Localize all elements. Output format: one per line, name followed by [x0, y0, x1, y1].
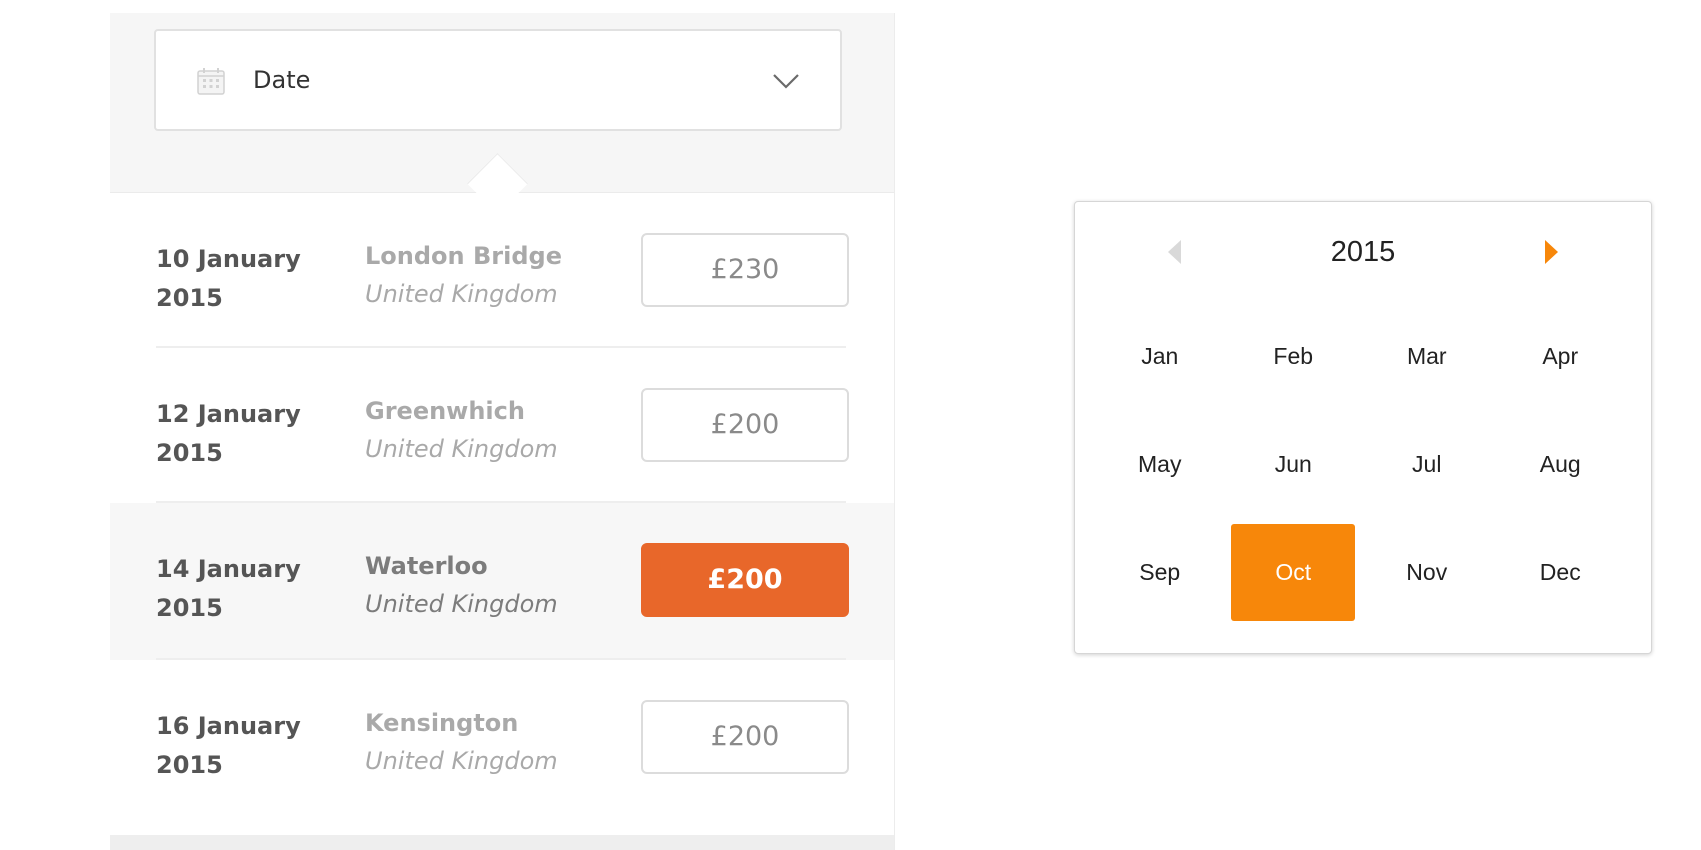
result-country: United Kingdom: [365, 435, 558, 463]
month-cell[interactable]: Jun: [1227, 410, 1361, 518]
month-cell[interactable]: Sep: [1093, 518, 1227, 626]
month-label: Mar: [1406, 342, 1447, 369]
month-cell[interactable]: Nov: [1360, 518, 1494, 626]
month-picker: 2015 Jan Feb Mar Apr May Jun Jul Aug Sep…: [1074, 201, 1652, 654]
result-country: United Kingdom: [365, 590, 558, 618]
price-button[interactable]: £200: [641, 388, 849, 462]
result-date: 10 January 2015: [156, 245, 301, 312]
month-label: Jul: [1412, 450, 1442, 477]
month-cell[interactable]: Jul: [1360, 410, 1494, 518]
month-cell[interactable]: Jan: [1093, 302, 1227, 410]
month-cell[interactable]: Feb: [1227, 302, 1361, 410]
result-station: London Bridge: [365, 242, 562, 270]
month-label: Sep: [1139, 558, 1181, 585]
month-cell[interactable]: Aug: [1494, 410, 1628, 518]
results-list: 10 January 2015 London Bridge United Kin…: [110, 193, 894, 818]
result-country: United Kingdom: [365, 280, 558, 308]
month-label: Jan: [1141, 342, 1179, 369]
result-date: 14 January 2015: [156, 555, 301, 622]
month-label: May: [1138, 450, 1182, 477]
result-location: Waterloo United Kingdom: [365, 547, 595, 623]
month-label: Dec: [1539, 558, 1581, 585]
result-row[interactable]: 12 January 2015 Greenwhich United Kingdo…: [110, 348, 894, 503]
result-station: Greenwhich: [365, 397, 525, 425]
result-row[interactable]: 10 January 2015 London Bridge United Kin…: [110, 193, 894, 348]
filter-area: Date: [110, 13, 894, 214]
month-cell-selected[interactable]: Oct: [1227, 518, 1361, 626]
result-station: Waterloo: [365, 552, 488, 580]
price-button[interactable]: £200: [641, 700, 849, 774]
calendar-icon: [197, 68, 225, 95]
month-label: Nov: [1406, 558, 1448, 585]
triangle-right-icon[interactable]: [1537, 237, 1565, 267]
month-cell[interactable]: Apr: [1494, 302, 1628, 410]
month-cell[interactable]: Mar: [1360, 302, 1494, 410]
result-row[interactable]: 16 January 2015 Kensington United Kingdo…: [110, 660, 894, 818]
month-label: Oct: [1231, 523, 1356, 621]
price-button[interactable]: £230: [641, 233, 849, 307]
result-date: 12 January 2015: [156, 400, 301, 467]
chevron-down-icon: [773, 74, 799, 89]
result-location: London Bridge United Kingdom: [365, 237, 595, 313]
result-date: 16 January 2015: [156, 712, 301, 779]
date-dropdown-label: Date: [253, 66, 311, 94]
month-cell[interactable]: May: [1093, 410, 1227, 518]
result-country: United Kingdom: [365, 747, 558, 775]
result-row-selected[interactable]: 14 January 2015 Waterloo United Kingdom …: [110, 503, 894, 660]
panel-footer: [110, 835, 894, 850]
results-panel: Date 10 January 2015 London Bridge Unite…: [110, 13, 895, 850]
month-label: Feb: [1273, 342, 1314, 369]
month-label: Jun: [1274, 450, 1312, 477]
month-label: Apr: [1542, 342, 1579, 369]
month-cell[interactable]: Dec: [1494, 518, 1628, 626]
date-dropdown[interactable]: Date: [154, 29, 842, 131]
month-grid: Jan Feb Mar Apr May Jun Jul Aug Sep Oct …: [1093, 302, 1627, 626]
result-location: Kensington United Kingdom: [365, 704, 595, 780]
price-button-selected[interactable]: £200: [641, 543, 849, 617]
month-label: Aug: [1539, 450, 1581, 477]
result-location: Greenwhich United Kingdom: [365, 392, 595, 468]
page: Date 10 January 2015 London Bridge Unite…: [0, 0, 1701, 850]
result-station: Kensington: [365, 709, 519, 737]
